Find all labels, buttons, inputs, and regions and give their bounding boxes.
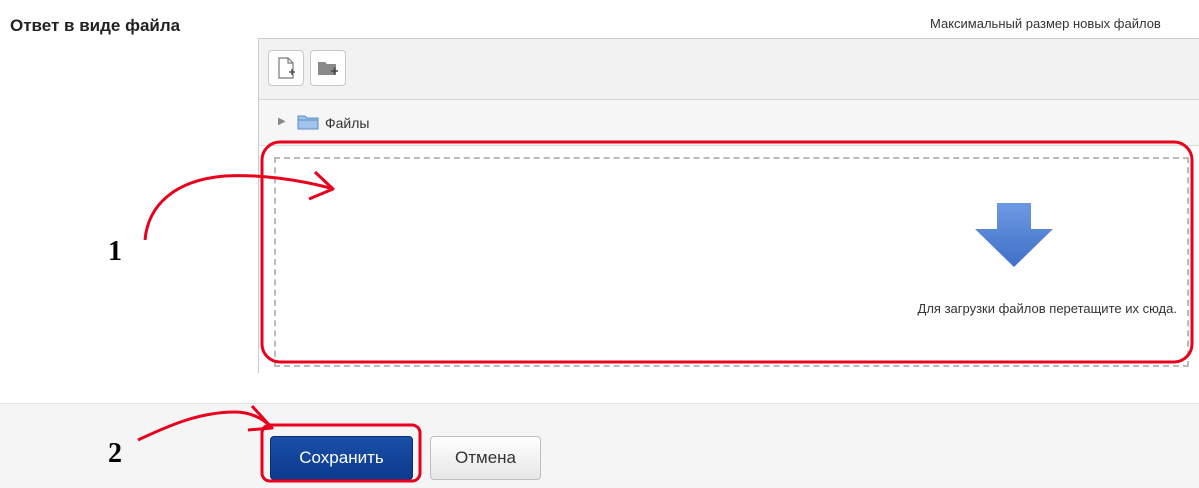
- max-file-size-text: Максимальный размер новых файлов: [930, 16, 1161, 31]
- files-folder-link[interactable]: Файлы: [325, 115, 369, 131]
- file-drop-area[interactable]: Для загрузки файлов перетащите их сюда.: [274, 157, 1189, 367]
- folder-icon: [297, 115, 319, 130]
- add-file-icon: [278, 57, 295, 79]
- file-answer-label: Ответ в виде файла: [10, 16, 181, 35]
- annotation-marker-2: 2: [108, 438, 122, 469]
- drop-area-hint: Для загрузки файлов перетащите их сюда.: [917, 301, 1177, 316]
- file-path-bar: ▶ Файлы: [259, 100, 1199, 146]
- create-folder-icon: [318, 62, 338, 75]
- add-file-button[interactable]: [268, 50, 304, 86]
- form-footer: Сохранить Отмена: [0, 403, 1199, 488]
- annotation-marker-1: 1: [108, 236, 122, 267]
- download-arrow-icon: [975, 203, 1053, 267]
- cancel-button[interactable]: Отмена: [430, 436, 541, 480]
- file-manager: ▶ Файлы Для загрузки файлов перетащите и…: [258, 38, 1199, 373]
- create-folder-button[interactable]: [310, 50, 346, 86]
- file-manager-toolbar: [259, 39, 1199, 100]
- triangle-right-icon[interactable]: ▶: [278, 116, 286, 127]
- save-button[interactable]: Сохранить: [270, 436, 413, 480]
